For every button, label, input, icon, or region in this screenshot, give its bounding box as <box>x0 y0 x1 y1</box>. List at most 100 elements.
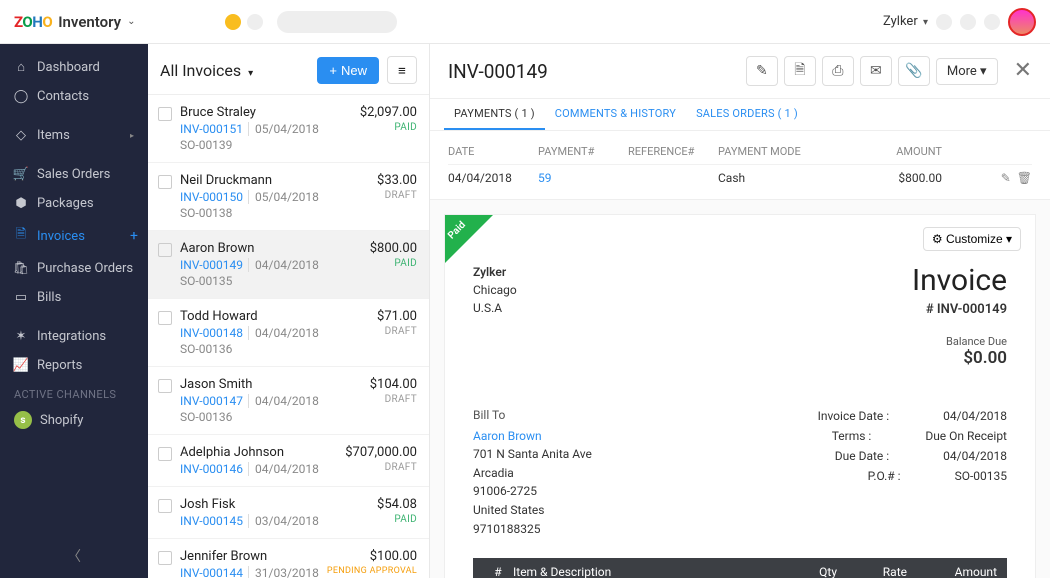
customer-name: Bruce Straley <box>180 105 352 120</box>
invoice-row[interactable]: Todd Howard INV-000148 04/04/2018 SO-001… <box>148 299 429 367</box>
bill-icon: ▭ <box>14 290 28 305</box>
invoice-row[interactable]: Aaron Brown INV-000149 04/04/2018 SO-001… <box>148 231 429 299</box>
invoice-status: DRAFT <box>345 462 417 473</box>
invoice-link[interactable]: INV-000150 <box>180 190 243 204</box>
sidebar-item-dashboard[interactable]: ⌂Dashboard <box>0 52 148 82</box>
sidebar-item-sales-orders[interactable]: 🛒Sales Orders <box>0 160 148 189</box>
sidebar-item-contacts[interactable]: ◯Contacts <box>0 82 148 111</box>
customer-name: Jennifer Brown <box>180 549 319 564</box>
invoice-amount: $707,000.00 <box>345 445 417 460</box>
invoice-link[interactable]: INV-000151 <box>180 122 243 136</box>
bill-to-block: Bill To Aaron Brown 701 N Santa Anita Av… <box>473 406 592 538</box>
invoice-amount: $800.00 <box>370 241 417 256</box>
edit-button[interactable]: ✎ <box>746 56 778 86</box>
row-checkbox[interactable] <box>158 379 172 393</box>
top-icon[interactable] <box>936 14 952 30</box>
invoice-detail-panel: INV-000149 ✎ 🗎 ⎙ ✉ 📎 More ▾ ✕ PAYMENTS (… <box>430 44 1050 578</box>
reports-icon: 📈 <box>14 358 28 373</box>
invoice-row[interactable]: Adelphia Johnson INV-000146 04/04/2018 $… <box>148 435 429 487</box>
channel-shopify[interactable]: sShopify <box>0 405 148 435</box>
avatar[interactable] <box>1008 8 1036 36</box>
sidebar-item-reports[interactable]: 📈 Reports <box>0 351 148 380</box>
invoice-amount: $2,097.00 <box>360 105 417 120</box>
invoice-row[interactable]: Neil Druckmann INV-000150 05/04/2018 SO-… <box>148 163 429 231</box>
meta-row: Due Date :04/04/2018 <box>818 446 1007 466</box>
sidebar: ⌂Dashboard ◯Contacts ◇Items▸ 🛒Sales Orde… <box>0 44 148 578</box>
global-search[interactable] <box>277 11 397 33</box>
invoice-link[interactable]: INV-000149 <box>180 258 243 272</box>
invoice-link[interactable]: INV-000148 <box>180 326 243 340</box>
shortcut-dot[interactable] <box>247 14 263 30</box>
channel-label: Shopify <box>40 413 83 428</box>
bag-icon: 🛍 <box>14 261 28 276</box>
payment-link[interactable]: 59 <box>538 171 628 185</box>
row-checkbox[interactable] <box>158 107 172 121</box>
attach-button[interactable]: 📎 <box>898 56 930 86</box>
payments-header: DATE PAYMENT# REFERENCE# PAYMENT MODE AM… <box>448 139 1032 165</box>
invoice-amount: $100.00 <box>327 549 417 564</box>
app-switcher[interactable]: ZOHO Inventory ⌄ <box>14 13 135 31</box>
printer-icon: ⎙ <box>832 63 843 79</box>
so-number: SO-00136 <box>180 342 369 356</box>
sidebar-item-label: Sales Orders <box>37 167 110 182</box>
doc-title: Invoice <box>912 263 1007 298</box>
edit-payment-icon[interactable]: ✎ <box>1001 171 1011 185</box>
invoice-link[interactable]: INV-000147 <box>180 394 243 408</box>
tab[interactable]: COMMENTS & HISTORY <box>545 99 686 130</box>
so-number: SO-00139 <box>180 138 352 152</box>
sidebar-item-bills[interactable]: ▭ Bills <box>0 283 148 312</box>
delete-payment-icon[interactable]: 🗑 <box>1017 171 1032 185</box>
row-checkbox[interactable] <box>158 243 172 257</box>
gear-icon: ⚙ <box>932 232 943 246</box>
plus-icon: + <box>329 63 337 78</box>
new-invoice-button[interactable]: +New <box>317 57 379 84</box>
sidebar-item-label: Bills <box>37 290 61 305</box>
top-icon[interactable] <box>984 14 1000 30</box>
collapse-sidebar[interactable]: 〈 <box>0 534 148 578</box>
invoice-link[interactable]: INV-000146 <box>180 462 243 476</box>
chevron-left-icon: 〈 <box>67 549 81 565</box>
row-checkbox[interactable] <box>158 175 172 189</box>
customize-button[interactable]: ⚙ Customize ▾ <box>923 227 1021 251</box>
invoice-status: DRAFT <box>377 190 417 201</box>
list-options-button[interactable]: ≡ <box>387 56 417 84</box>
pencil-icon: ✎ <box>756 63 768 79</box>
email-button[interactable]: ✉ <box>860 56 892 86</box>
org-switcher[interactable]: Zylker ▾ <box>883 14 928 29</box>
sidebar-item-purchase-orders[interactable]: 🛍Purchase Orders <box>0 254 148 283</box>
more-dropdown[interactable]: More ▾ <box>936 58 998 85</box>
sidebar-item-label: Reports <box>37 358 82 373</box>
close-detail-button[interactable]: ✕ <box>1014 60 1032 82</box>
row-checkbox[interactable] <box>158 311 172 325</box>
row-checkbox[interactable] <box>158 499 172 513</box>
detail-body[interactable]: Paid ⚙ Customize ▾ Zylker Chicago U.S.A … <box>430 200 1050 578</box>
shortcut-dot[interactable] <box>225 14 241 30</box>
balance-amount: $0.00 <box>912 348 1007 368</box>
row-checkbox[interactable] <box>158 447 172 461</box>
invoice-list[interactable]: Bruce Straley INV-000151 05/04/2018 SO-0… <box>148 95 429 578</box>
invoice-link[interactable]: INV-000144 <box>180 566 243 578</box>
pdf-button[interactable]: 🗎 <box>784 56 816 86</box>
top-icon[interactable] <box>960 14 976 30</box>
chevron-down-icon: ⌄ <box>127 16 135 27</box>
print-button[interactable]: ⎙ <box>822 56 854 86</box>
sidebar-item-packages[interactable]: ⬢Packages <box>0 189 148 218</box>
tab[interactable]: PAYMENTS ( 1 ) <box>444 99 545 130</box>
sidebar-item-items[interactable]: ◇Items▸ <box>0 121 148 150</box>
customer-link[interactable]: Aaron Brown <box>473 427 592 446</box>
sidebar-item-invoices[interactable]: 🗎Invoices+ <box>0 218 148 254</box>
line-items-table: # Item & Description Qty Rate Amount 1 A… <box>473 558 1007 578</box>
invoice-row[interactable]: Bruce Straley INV-000151 05/04/2018 SO-0… <box>148 95 429 163</box>
invoice-row[interactable]: Jennifer Brown INV-000144 31/03/2018 $10… <box>148 539 429 578</box>
invoice-row[interactable]: Josh Fisk INV-000145 03/04/2018 $54.08 P… <box>148 487 429 539</box>
sidebar-item-integrations[interactable]: ✶Integrations <box>0 322 148 351</box>
invoice-row[interactable]: Jason Smith INV-000147 04/04/2018 SO-001… <box>148 367 429 435</box>
add-invoice-icon[interactable]: + <box>130 228 138 244</box>
sidebar-item-label: Invoices <box>37 229 85 244</box>
tab[interactable]: SALES ORDERS ( 1 ) <box>686 99 808 130</box>
invoice-link[interactable]: INV-000145 <box>180 514 243 528</box>
row-checkbox[interactable] <box>158 551 172 565</box>
topbar: ZOHO Inventory ⌄ Zylker ▾ <box>0 0 1050 44</box>
home-icon: ⌂ <box>14 59 28 75</box>
list-filter-dropdown[interactable]: All Invoices ▾ <box>160 61 253 80</box>
